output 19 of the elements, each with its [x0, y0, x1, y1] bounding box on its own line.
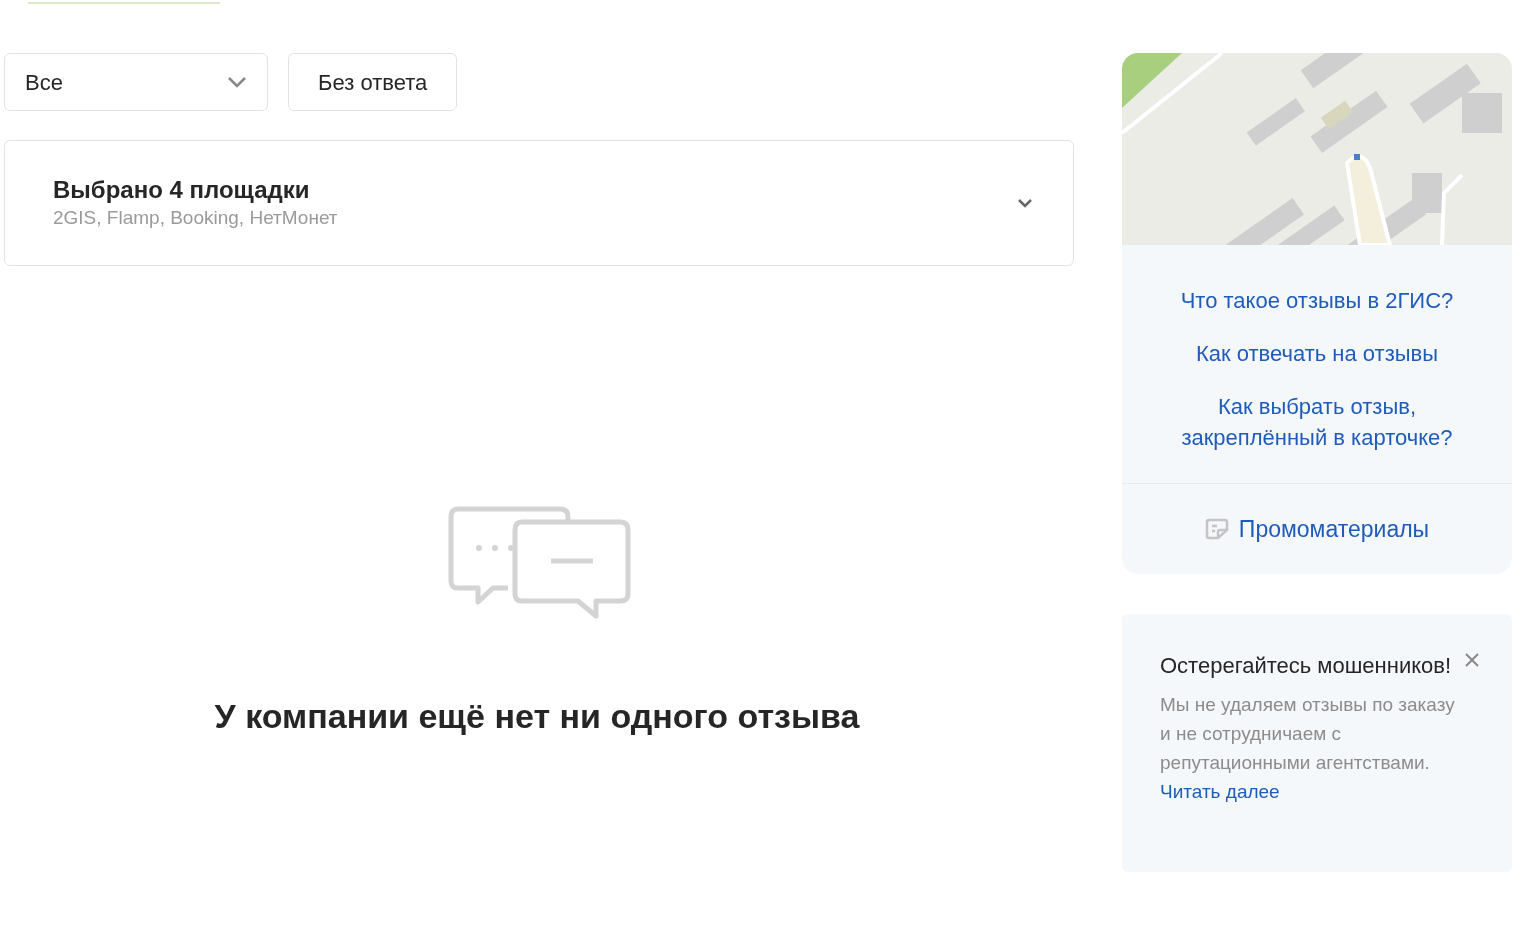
platforms-list: 2GIS, Flamp, Booking, НетМонет [53, 205, 338, 231]
help-link[interactable]: Что такое отзывы в 2ГИС? [1150, 285, 1484, 316]
chevron-icon [1017, 198, 1033, 208]
warning-text: Мы не удаляем отзывы по заказу и не сотрудничаем с репутационными агентствами. Читать далее [1160, 693, 1456, 804]
close-icon[interactable] [1464, 652, 1480, 668]
promo-materials-link[interactable]: Промоматериалы [1238, 511, 1430, 547]
unanswered-filter-button[interactable]: Без ответа [288, 53, 458, 111]
chevron-down-icon [227, 76, 247, 88]
help-link[interactable]: Как отвечать на отзывы [1165, 338, 1469, 369]
map-drawing[interactable] [1122, 53, 1512, 245]
platforms-title: Выбрано 4 площадки [53, 175, 311, 205]
help-link[interactable]: Как выбрать отзыв, закреплённый в карточке? [1122, 391, 1512, 453]
status-select[interactable]: Все [4, 53, 268, 111]
warning-title: Остерегайтесь мошенников! [1160, 652, 1453, 680]
platforms-card[interactable]: Выбрано 4 площадки 2GIS, Flamp, Booking, НетМонет [4, 140, 1074, 266]
chat-bubbles-icon [448, 506, 632, 620]
empty-reviews-message: У компании ещё нет ни одного отзыва [214, 696, 860, 736]
read-more-link[interactable]: Читать далее [1160, 781, 1280, 802]
document-icon [1204, 518, 1229, 540]
